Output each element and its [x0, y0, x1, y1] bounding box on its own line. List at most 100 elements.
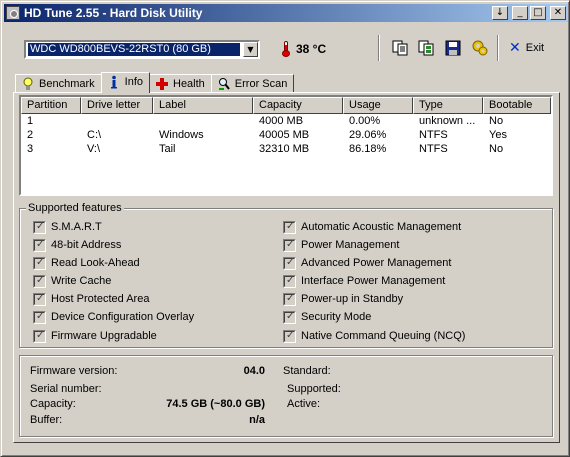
column-header-usage[interactable]: Usage	[343, 97, 413, 114]
partition-list[interactable]: Partition Drive letter Label Capacity Us…	[19, 95, 553, 196]
cell-capacity: 40005 MB	[259, 129, 310, 141]
feature-checkbox[interactable]: ✓	[33, 310, 46, 324]
feature-48-bit-address[interactable]: ✓ 48-bit Address	[33, 238, 121, 252]
feature-label: 48-bit Address	[51, 239, 122, 251]
cell-type: NTFS	[419, 143, 448, 155]
feature-interface-power-management[interactable]: ✓ Interface Power Management	[283, 274, 445, 288]
cell-bootable: No	[489, 143, 504, 155]
feature-label: Host Protected Area	[51, 293, 150, 305]
capacity-label: Capacity:	[30, 398, 76, 410]
feature-smart[interactable]: ✓ S.M.A.R.T	[33, 220, 102, 234]
feature-advanced-power-management[interactable]: ✓ Advanced Power Management	[283, 256, 451, 270]
serial-label: Serial number:	[30, 383, 102, 395]
feature-checkbox[interactable]: ✓	[33, 220, 46, 234]
magnifier-icon	[218, 78, 230, 90]
maximize-button[interactable]: □	[530, 6, 546, 20]
feature-checkbox[interactable]: ✓	[283, 292, 296, 306]
title-bar[interactable]: HD Tune 2.55 - Hard Disk Utility ↓ _ □ ✕	[4, 4, 568, 22]
options-icon[interactable]	[471, 39, 489, 57]
supported-label: Supported:	[287, 383, 341, 395]
toolbar: WDC WD800BEVS-22RST0 (80 GB) ▼ 38 °C ✕ E…	[4, 25, 568, 69]
firmware-value: 04.0	[243, 365, 265, 377]
cell-label: Tail	[159, 143, 176, 155]
feature-write-cache[interactable]: ✓ Write Cache	[33, 274, 111, 288]
tab-info[interactable]: Info	[100, 72, 150, 93]
table-row[interactable]: 3 V:\ Tail 32310 MB 86.18% NTFS No	[21, 142, 551, 156]
partition-list-header: Partition Drive letter Label Capacity Us…	[21, 97, 551, 114]
exit-label: Exit	[525, 42, 545, 54]
tab-label: Benchmark	[39, 78, 95, 90]
copy-icon[interactable]	[391, 39, 409, 57]
feature-power-management[interactable]: ✓ Power Management	[283, 238, 399, 252]
buffer-label: Buffer:	[30, 414, 63, 426]
feature-power-up-in-standby[interactable]: ✓ Power-up in Standby	[283, 292, 403, 306]
feature-checkbox[interactable]: ✓	[33, 238, 46, 252]
temperature-value: 38 °C	[296, 42, 327, 56]
tab-label: Error Scan	[234, 78, 288, 90]
feature-checkbox[interactable]: ✓	[283, 238, 296, 252]
feature-label: S.M.A.R.T	[51, 221, 102, 233]
table-row[interactable]: 1 4000 MB 0.00% unknown ... No	[21, 114, 551, 128]
cross-icon	[156, 78, 168, 90]
feature-label: Firmware Upgradable	[51, 330, 157, 342]
cell-partition: 2	[27, 129, 34, 141]
column-header-label[interactable]: Label	[153, 97, 253, 114]
column-header-partition[interactable]: Partition	[21, 97, 81, 114]
copy-all-icon[interactable]	[417, 39, 435, 57]
cell-type: unknown ...	[419, 115, 476, 127]
feature-label: Advanced Power Management	[301, 257, 452, 269]
feature-checkbox[interactable]: ✓	[283, 256, 296, 270]
capacity-value: 74.5 GB (~80.0 GB)	[166, 398, 265, 410]
feature-read-look-ahead[interactable]: ✓ Read Look-Ahead	[33, 256, 140, 270]
feature-native-command-queuing[interactable]: ✓ Native Command Queuing (NCQ)	[283, 329, 465, 343]
feature-security-mode[interactable]: ✓ Security Mode	[283, 310, 371, 324]
feature-device-configuration-overlay[interactable]: ✓ Device Configuration Overlay	[33, 310, 194, 324]
cell-usage: 86.18%	[349, 143, 387, 155]
column-header-bootable[interactable]: Bootable	[483, 97, 551, 114]
cell-type: NTFS	[419, 129, 448, 141]
lightbulb-icon	[23, 77, 33, 90]
temperature-display: 38 °C	[282, 41, 326, 57]
thermometer-icon	[282, 41, 290, 57]
feature-checkbox[interactable]: ✓	[33, 329, 46, 343]
cell-drive-letter: V:\	[87, 143, 101, 155]
column-header-drive-letter[interactable]: Drive letter	[81, 97, 153, 114]
feature-checkbox[interactable]: ✓	[283, 310, 296, 324]
feature-label: Interface Power Management	[301, 275, 446, 287]
table-row[interactable]: 2 C:\ Windows 40005 MB 29.06% NTFS Yes	[21, 128, 551, 142]
minimize-button[interactable]: _	[512, 6, 528, 20]
exit-button[interactable]: ✕ Exit	[509, 41, 544, 55]
feature-checkbox[interactable]: ✓	[283, 274, 296, 288]
feature-checkbox[interactable]: ✓	[33, 274, 46, 288]
cell-drive-letter	[81, 114, 153, 128]
save-icon[interactable]	[444, 39, 462, 57]
feature-checkbox[interactable]: ✓	[283, 220, 296, 234]
tray-button[interactable]: ↓	[492, 6, 508, 20]
feature-label: Security Mode	[301, 311, 372, 323]
info-icon	[110, 75, 117, 89]
close-button[interactable]: ✕	[550, 6, 566, 20]
cell-drive-letter: C:\	[87, 129, 102, 141]
column-header-type[interactable]: Type	[413, 97, 483, 114]
column-header-capacity[interactable]: Capacity	[253, 97, 343, 114]
feature-checkbox[interactable]: ✓	[33, 292, 46, 306]
drive-select-value: WDC WD800BEVS-22RST0 (80 GB)	[27, 42, 241, 57]
tab-benchmark[interactable]: Benchmark	[15, 74, 102, 93]
tab-error-scan[interactable]: Error Scan	[210, 74, 295, 93]
active-label: Active:	[287, 398, 321, 410]
feature-label: Automatic Acoustic Management	[301, 221, 462, 233]
main-window: HD Tune 2.55 - Hard Disk Utility ↓ _ □ ✕…	[0, 0, 570, 457]
cell-partition: 1	[27, 115, 34, 127]
standard-label: Standard:	[283, 365, 331, 377]
feature-host-protected-area[interactable]: ✓ Host Protected Area	[33, 292, 149, 306]
toolbar-separator	[378, 35, 380, 61]
chevron-down-icon[interactable]: ▼	[243, 42, 258, 57]
feature-firmware-upgradable[interactable]: ✓ Firmware Upgradable	[33, 329, 157, 343]
feature-checkbox[interactable]: ✓	[283, 329, 296, 343]
drive-select[interactable]: WDC WD800BEVS-22RST0 (80 GB) ▼	[24, 40, 260, 59]
feature-label: Device Configuration Overlay	[51, 311, 195, 323]
feature-automatic-acoustic-management[interactable]: ✓ Automatic Acoustic Management	[283, 220, 461, 234]
feature-checkbox[interactable]: ✓	[33, 256, 46, 270]
cell-usage: 0.00%	[349, 115, 381, 127]
tab-health[interactable]: Health	[149, 74, 212, 93]
